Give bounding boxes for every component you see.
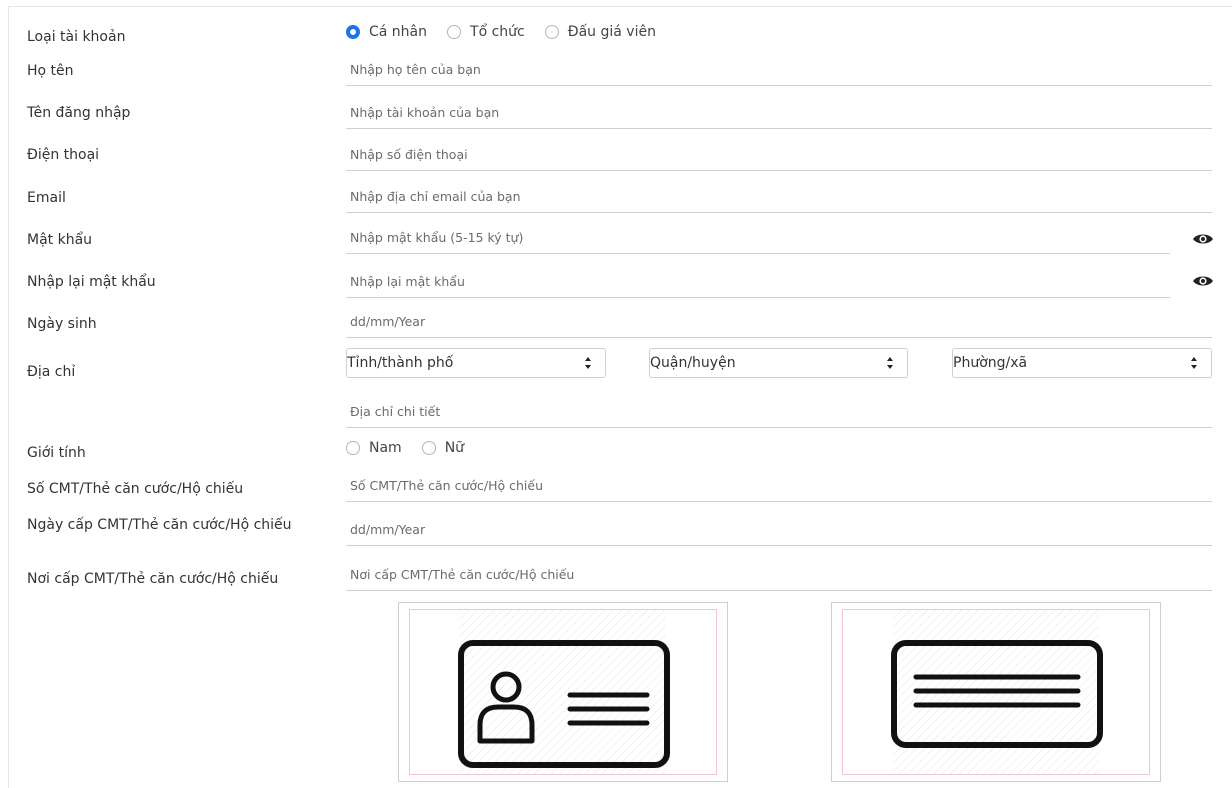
radio-unchecked-icon [346, 441, 360, 455]
radio-unchecked-icon [544, 25, 559, 39]
id-front-upload[interactable] [398, 602, 728, 782]
id-card-front-icon [458, 640, 670, 768]
id-issue-date-input[interactable] [346, 514, 1212, 546]
radio-label: Cá nhân [369, 24, 428, 40]
account-type-radio-group: Cá nhân Tổ chức Đấu giá viên [346, 24, 676, 40]
province-select[interactable]: Tỉnh/thành phố [346, 348, 606, 378]
address-detail-input[interactable] [346, 396, 1212, 428]
account-type-individual-radio[interactable]: Cá nhân [346, 24, 427, 40]
radio-label: Đấu giá viên [567, 24, 656, 40]
ward-select[interactable]: Phường/xã [952, 348, 1212, 378]
id-issue-place-label: Nơi cấp CMT/Thẻ căn cước/Hộ chiếu [27, 571, 279, 587]
province-select-value: Tỉnh/thành phố [347, 355, 454, 371]
district-select-value: Quận/huyện [650, 355, 736, 371]
id-issue-place-input[interactable] [346, 559, 1212, 591]
username-input[interactable] [346, 97, 1212, 129]
birthday-input[interactable] [346, 306, 1212, 338]
id-card-back-icon [891, 640, 1103, 748]
email-input[interactable] [346, 181, 1212, 213]
confirm-password-input[interactable] [346, 266, 1170, 298]
ward-select-value: Phường/xã [953, 355, 1028, 371]
radio-unchecked-icon [421, 441, 436, 455]
id-number-input[interactable] [346, 470, 1212, 502]
district-select[interactable]: Quận/huyện [649, 348, 908, 378]
phone-input[interactable] [346, 139, 1212, 171]
form-frame-left [8, 6, 9, 788]
account-type-auctioneer-radio[interactable]: Đấu giá viên [544, 24, 656, 40]
radio-label: Nữ [444, 440, 465, 456]
gender-radio-group: Nam Nữ [346, 440, 484, 456]
birthday-label: Ngày sinh [27, 316, 97, 332]
full-name-input[interactable] [346, 54, 1212, 86]
radio-unchecked-icon [447, 25, 462, 39]
eye-icon[interactable] [1192, 232, 1214, 246]
radio-label: Tổ chức [470, 24, 525, 40]
confirm-password-label: Nhập lại mật khẩu [27, 274, 156, 290]
radio-checked-icon [346, 25, 360, 39]
sort-caret-icon [1190, 357, 1197, 369]
id-number-label: Số CMT/Thẻ căn cước/Hộ chiếu [27, 481, 244, 497]
radio-label: Nam [369, 440, 402, 456]
id-back-upload[interactable] [831, 602, 1161, 782]
eye-icon[interactable] [1192, 274, 1214, 288]
full-name-label: Họ tên [27, 63, 74, 79]
gender-male-radio[interactable]: Nam [346, 440, 402, 456]
gender-label: Giới tính [27, 445, 86, 461]
account-type-organization-radio[interactable]: Tổ chức [447, 24, 525, 40]
sort-caret-icon [886, 357, 893, 369]
id-issue-date-label: Ngày cấp CMT/Thẻ căn cước/Hộ chiếu [27, 517, 292, 533]
account-type-label: Loại tài khoản [27, 29, 126, 45]
email-label: Email [27, 190, 66, 206]
gender-female-radio[interactable]: Nữ [421, 440, 465, 456]
username-label: Tên đăng nhập [27, 105, 131, 121]
form-frame-top [8, 6, 1232, 7]
password-input[interactable] [346, 222, 1170, 254]
password-label: Mật khẩu [27, 232, 93, 248]
phone-label: Điện thoại [27, 147, 100, 163]
sort-caret-icon [584, 357, 591, 369]
address-label: Địa chỉ [27, 364, 76, 380]
